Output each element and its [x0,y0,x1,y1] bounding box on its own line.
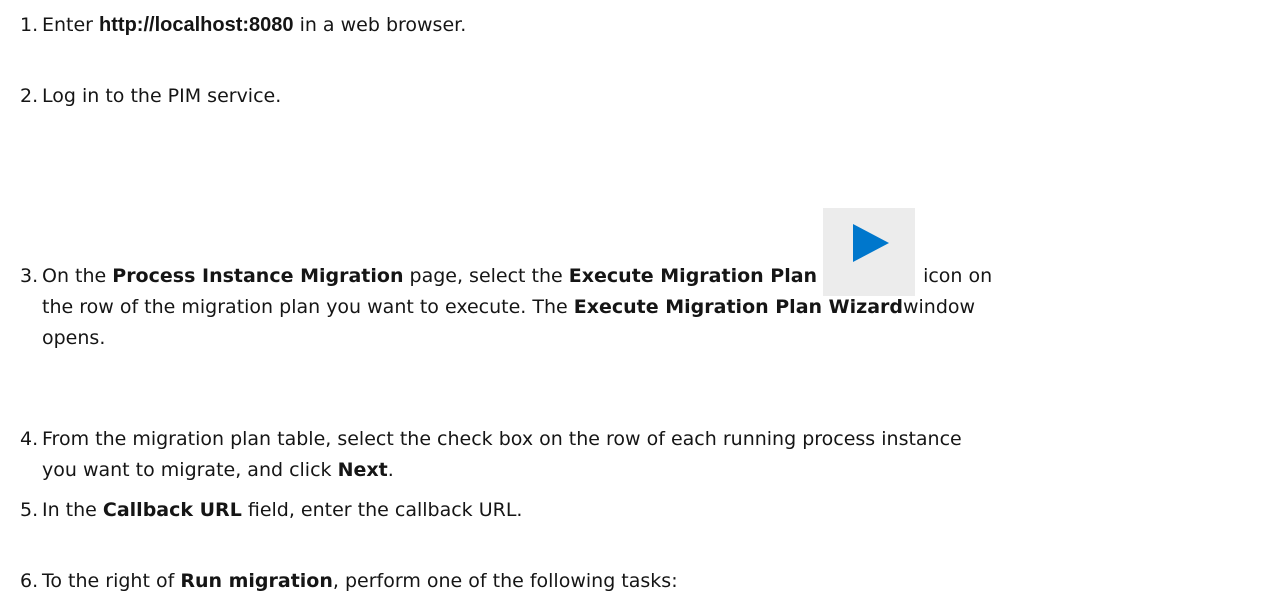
step-text: in a web browser. [293,14,467,36]
step-5: 5. In the Callback URL field, enter the c… [20,495,1245,526]
document-body: 1. Enter http://localhost:8080 in a web b… [0,0,1262,592]
step-continuation: opens. [42,327,106,349]
ui-term-execute-migration-plan-wizard: Execute Migration Plan Wizard [573,296,903,318]
step-text: field, enter the callback URL. [241,499,523,521]
step-text: , perform one of the following tasks: [332,570,678,592]
step-text: To the right of [42,570,181,592]
step-number: 6. [20,570,39,592]
step-text: On the [42,265,113,287]
step-text: . [387,459,394,481]
step-text: the row of the migration plan you want t… [42,296,574,318]
step-text: icon on [923,265,993,287]
step-number: 4. [20,428,39,450]
step-text: From the migration plan table, select th… [42,428,962,450]
step-text: Log in to the PIM service. [42,85,282,107]
step-text: window [902,296,976,318]
step-6: 6. To the right of Run migration, perform… [20,566,1245,597]
url-text: http://localhost:8080 [99,14,294,36]
step-text: page, select the [403,265,569,287]
ui-term-run-migration: Run migration [180,570,333,592]
play-icon [823,208,916,296]
step-continuation: you want to migrate, and click Next. [20,455,1245,486]
step-4: 4. From the migration plan table, select … [20,424,1245,486]
step-number: 1. [20,14,39,36]
step-continuation: the row of the migration plan you want t… [20,292,1245,323]
step-text: Enter [42,14,100,36]
step-2: 2. Log in to the PIM service. [20,81,1245,112]
ui-term-process-instance-migration: Process Instance Migration [112,265,404,287]
ui-term-execute-migration-plan: Execute Migration Plan [568,265,818,287]
step-number: 2. [20,85,39,107]
step-1: 1. Enter http://localhost:8080 in a web b… [20,10,1245,41]
ui-term-callback-url: Callback URL [102,499,242,521]
ui-term-next: Next [337,459,388,481]
step-number: 3. [20,265,39,287]
step-text: you want to migrate, and click [42,459,338,481]
step-text: In the [42,499,103,521]
step-number: 5. [20,499,39,521]
step-3: 3. On the Process Instance Migration page… [20,204,1245,354]
